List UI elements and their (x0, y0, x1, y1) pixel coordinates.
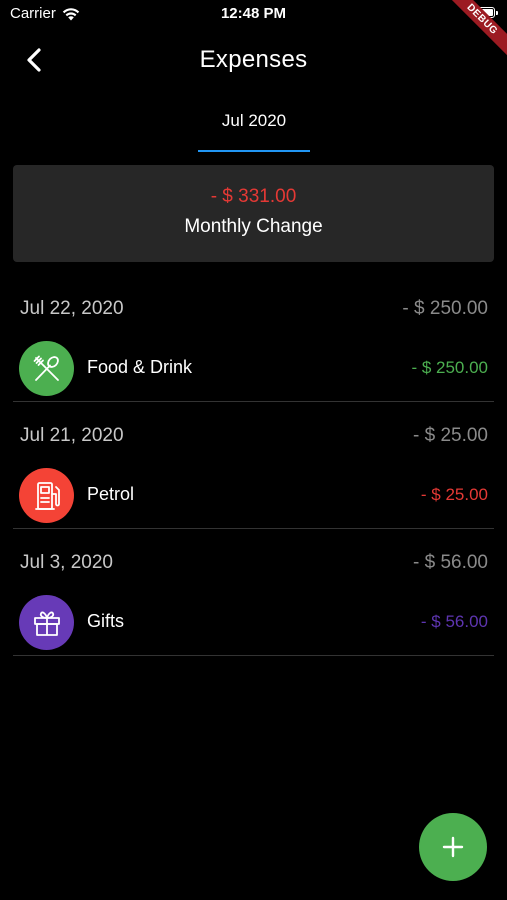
gift-icon (33, 611, 60, 636)
battery-icon (471, 7, 498, 18)
month-tab-bar: Jul 2020 (0, 100, 507, 154)
monthly-summary-card: - $ 331.00 Monthly Change (13, 165, 494, 262)
transaction-name: Petrol (87, 484, 135, 504)
category-avatar (19, 595, 74, 650)
day-total: - $ 250.00 (402, 298, 488, 319)
tab-label: Jul 2020 (221, 111, 287, 130)
day-group-jul-21: Jul 21, 2020 - $ 25.00 Petrol - $ 25.00 (13, 401, 494, 529)
tab-jul-2020[interactable]: Jul 2020 (198, 100, 310, 154)
transaction-amount: - $ 250.00 (411, 358, 488, 377)
monthly-change-label: Monthly Change (184, 216, 323, 237)
day-date: Jul 21, 2020 (20, 425, 124, 446)
day-date: Jul 22, 2020 (20, 298, 124, 319)
transaction-name: Food & Drink (87, 357, 193, 377)
page-title: Expenses (199, 46, 308, 73)
transaction-amount: - $ 56.00 (420, 612, 488, 631)
monthly-change-amount: - $ 331.00 (210, 186, 297, 207)
transaction-name: Gifts (87, 611, 125, 631)
status-time: 12:48 PM (220, 5, 287, 22)
transaction-row-gifts[interactable]: Gifts - $ 56.00 (13, 593, 494, 651)
battery-fill (473, 9, 493, 16)
plus-icon (442, 836, 464, 858)
add-expense-button[interactable] (419, 813, 487, 881)
day-total: - $ 56.00 (413, 552, 488, 573)
status-bar: Carrier 12:48 PM (0, 0, 507, 28)
category-avatar (19, 468, 74, 523)
tab-indicator (198, 150, 310, 152)
category-avatar (19, 341, 74, 396)
gas-station-icon (34, 481, 60, 510)
day-date: Jul 3, 2020 (20, 552, 113, 573)
day-total: - $ 25.00 (413, 425, 488, 446)
day-group-jul-3: Jul 3, 2020 - $ 56.00 Gifts - $ 56.00 (13, 528, 494, 656)
transaction-amount: - $ 25.00 (420, 485, 488, 504)
transaction-row-petrol[interactable]: Petrol - $ 25.00 (13, 466, 494, 524)
transaction-row-food-drink[interactable]: Food & Drink - $ 250.00 (13, 339, 494, 397)
app-bar: Expenses (0, 30, 507, 90)
fork-spoon-icon (33, 355, 59, 381)
day-group-jul-22: Jul 22, 2020 - $ 250.00 Food & Drink - $… (13, 274, 494, 402)
